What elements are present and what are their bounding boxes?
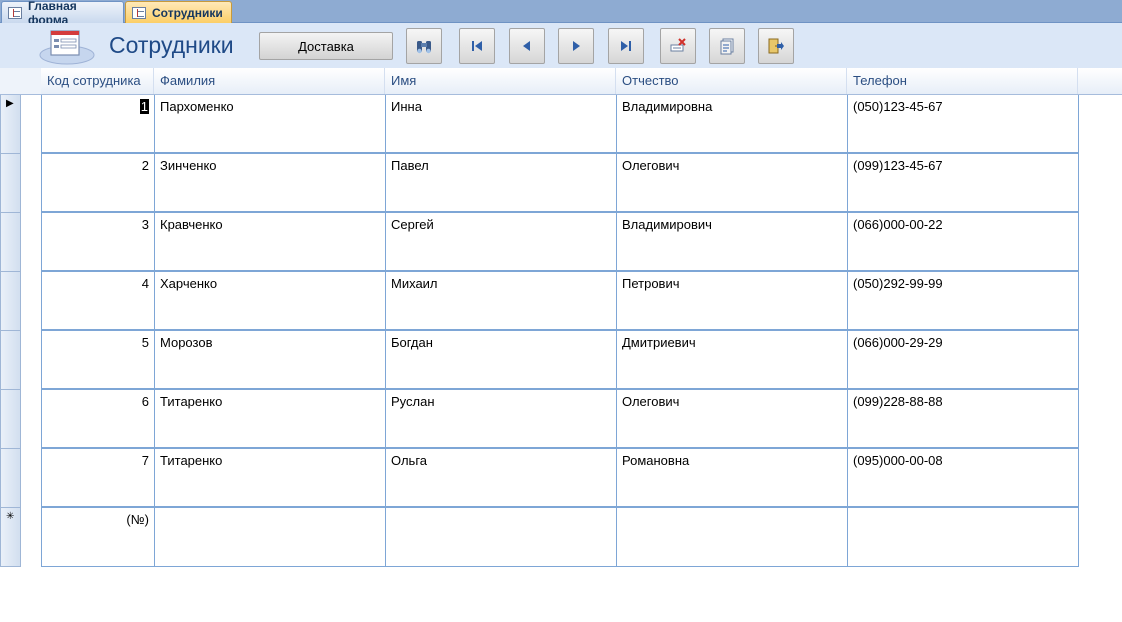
row-selector[interactable]: ✳ (0, 508, 21, 567)
next-record-icon (573, 41, 580, 51)
copy-record-button[interactable] (709, 28, 745, 64)
binoculars-icon (417, 41, 431, 54)
cell-id[interactable]: 3 (41, 213, 155, 272)
cell-phone[interactable]: (099)228-88-88 (848, 390, 1079, 449)
cell-surname[interactable]: Морозов (155, 331, 386, 390)
previous-record-button[interactable] (509, 28, 545, 64)
cell-patronymic[interactable]: Владимирович (617, 213, 848, 272)
cell-name[interactable]: Ольга (386, 449, 617, 508)
column-header-phone[interactable]: Телефон (847, 68, 1078, 94)
form-header: Сотрудники Доставка (0, 23, 1122, 68)
column-header-patronymic[interactable]: Отчество (616, 68, 847, 94)
new-record-row[interactable]: (№) (41, 508, 1079, 567)
datasheet-corner[interactable] (0, 68, 41, 95)
next-record-button[interactable] (558, 28, 594, 64)
row-selector[interactable]: ▶ (0, 95, 21, 154)
first-record-button[interactable] (459, 28, 495, 64)
document-tab-strip: Главная форма Сотрудники (0, 0, 1122, 27)
table-row[interactable]: 4 Харченко Михаил Петрович (050)292-99-9… (41, 272, 1079, 331)
exit-door-icon (768, 38, 784, 54)
cell-phone[interactable]: (050)292-99-99 (848, 272, 1079, 331)
tab-main-form[interactable]: Главная форма (1, 0, 124, 27)
table-row[interactable]: 2 Зинченко Павел Олегович (099)123-45-67 (41, 154, 1079, 213)
cell-id[interactable]: 6 (41, 390, 155, 449)
delivery-button[interactable]: Доставка (259, 32, 393, 60)
row-selector[interactable] (0, 154, 21, 213)
new-row-marker: ✳ (6, 511, 15, 522)
cell-id[interactable]: 5 (41, 331, 155, 390)
find-button[interactable] (406, 28, 442, 64)
cell-id[interactable]: 1 (41, 95, 155, 154)
cell-patronymic[interactable]: Дмитриевич (617, 331, 848, 390)
table-row[interactable]: 5 Морозов Богдан Дмитриевич (066)000-29-… (41, 331, 1079, 390)
row-selector[interactable] (0, 213, 21, 272)
cell-patronymic[interactable]: Романовна (617, 449, 848, 508)
cell-patronymic[interactable]: Владимировна (617, 95, 848, 154)
cell-id[interactable]: 2 (41, 154, 155, 213)
tab-employees-label: Сотрудники (152, 6, 223, 20)
cell-id[interactable]: 7 (41, 449, 155, 508)
copy-record-icon (720, 38, 734, 55)
row-selector[interactable] (0, 449, 21, 508)
cell-phone-new[interactable] (848, 508, 1079, 567)
cell-name[interactable]: Богдан (386, 331, 617, 390)
table-row[interactable]: 1 Пархоменко Инна Владимировна (050)123-… (41, 95, 1079, 154)
cell-patronymic[interactable]: Олегович (617, 390, 848, 449)
previous-record-icon (523, 41, 530, 51)
delete-record-button[interactable] (660, 28, 696, 64)
last-record-icon (621, 41, 631, 51)
cell-surname[interactable]: Титаренко (155, 449, 386, 508)
cell-name[interactable]: Михаил (386, 272, 617, 331)
form-logo-icon (39, 30, 95, 65)
cell-id-new[interactable]: (№) (41, 508, 155, 567)
cell-name[interactable]: Павел (386, 154, 617, 213)
cell-id[interactable]: 4 (41, 272, 155, 331)
cell-phone[interactable]: (066)000-29-29 (848, 331, 1079, 390)
column-header-id[interactable]: Код сотрудника (41, 68, 154, 94)
last-record-button[interactable] (608, 28, 644, 64)
close-form-button[interactable] (758, 28, 794, 64)
cell-surname[interactable]: Зинченко (155, 154, 386, 213)
row-selector[interactable] (0, 390, 21, 449)
cell-name[interactable]: Руслан (386, 390, 617, 449)
cell-surname[interactable]: Титаренко (155, 390, 386, 449)
column-header-name[interactable]: Имя (385, 68, 616, 94)
first-record-icon (472, 41, 482, 51)
delete-record-icon (670, 38, 686, 52)
form-icon (132, 7, 146, 19)
cell-name[interactable]: Сергей (386, 213, 617, 272)
cell-name[interactable]: Инна (386, 95, 617, 154)
form-icon (8, 6, 22, 19)
form-title: Сотрудники (109, 32, 234, 58)
cell-phone[interactable]: (099)123-45-67 (848, 154, 1079, 213)
cell-phone[interactable]: (095)000-00-08 (848, 449, 1079, 508)
cell-phone[interactable]: (050)123-45-67 (848, 95, 1079, 154)
cell-patronymic[interactable]: Петрович (617, 272, 848, 331)
cell-phone[interactable]: (066)000-00-22 (848, 213, 1079, 272)
tab-employees[interactable]: Сотрудники (125, 1, 232, 24)
cell-surname[interactable]: Харченко (155, 272, 386, 331)
column-header-surname[interactable]: Фамилия (154, 68, 385, 94)
row-selector[interactable] (0, 272, 21, 331)
cell-name-new[interactable] (386, 508, 617, 567)
cell-patronymic-new[interactable] (617, 508, 848, 567)
cell-surname[interactable]: Пархоменко (155, 95, 386, 154)
cell-surname[interactable]: Кравченко (155, 213, 386, 272)
column-header-row: Код сотрудника Фамилия Имя Отчество Теле… (41, 68, 1122, 95)
row-selector[interactable] (0, 331, 21, 390)
current-row-marker: ▶ (6, 98, 14, 109)
table-row[interactable]: 6 Титаренко Руслан Олегович (099)228-88-… (41, 390, 1079, 449)
cell-surname-new[interactable] (155, 508, 386, 567)
cell-patronymic[interactable]: Олегович (617, 154, 848, 213)
table-row[interactable]: 7 Титаренко Ольга Романовна (095)000-00-… (41, 449, 1079, 508)
table-row[interactable]: 3 Кравченко Сергей Владимирович (066)000… (41, 213, 1079, 272)
